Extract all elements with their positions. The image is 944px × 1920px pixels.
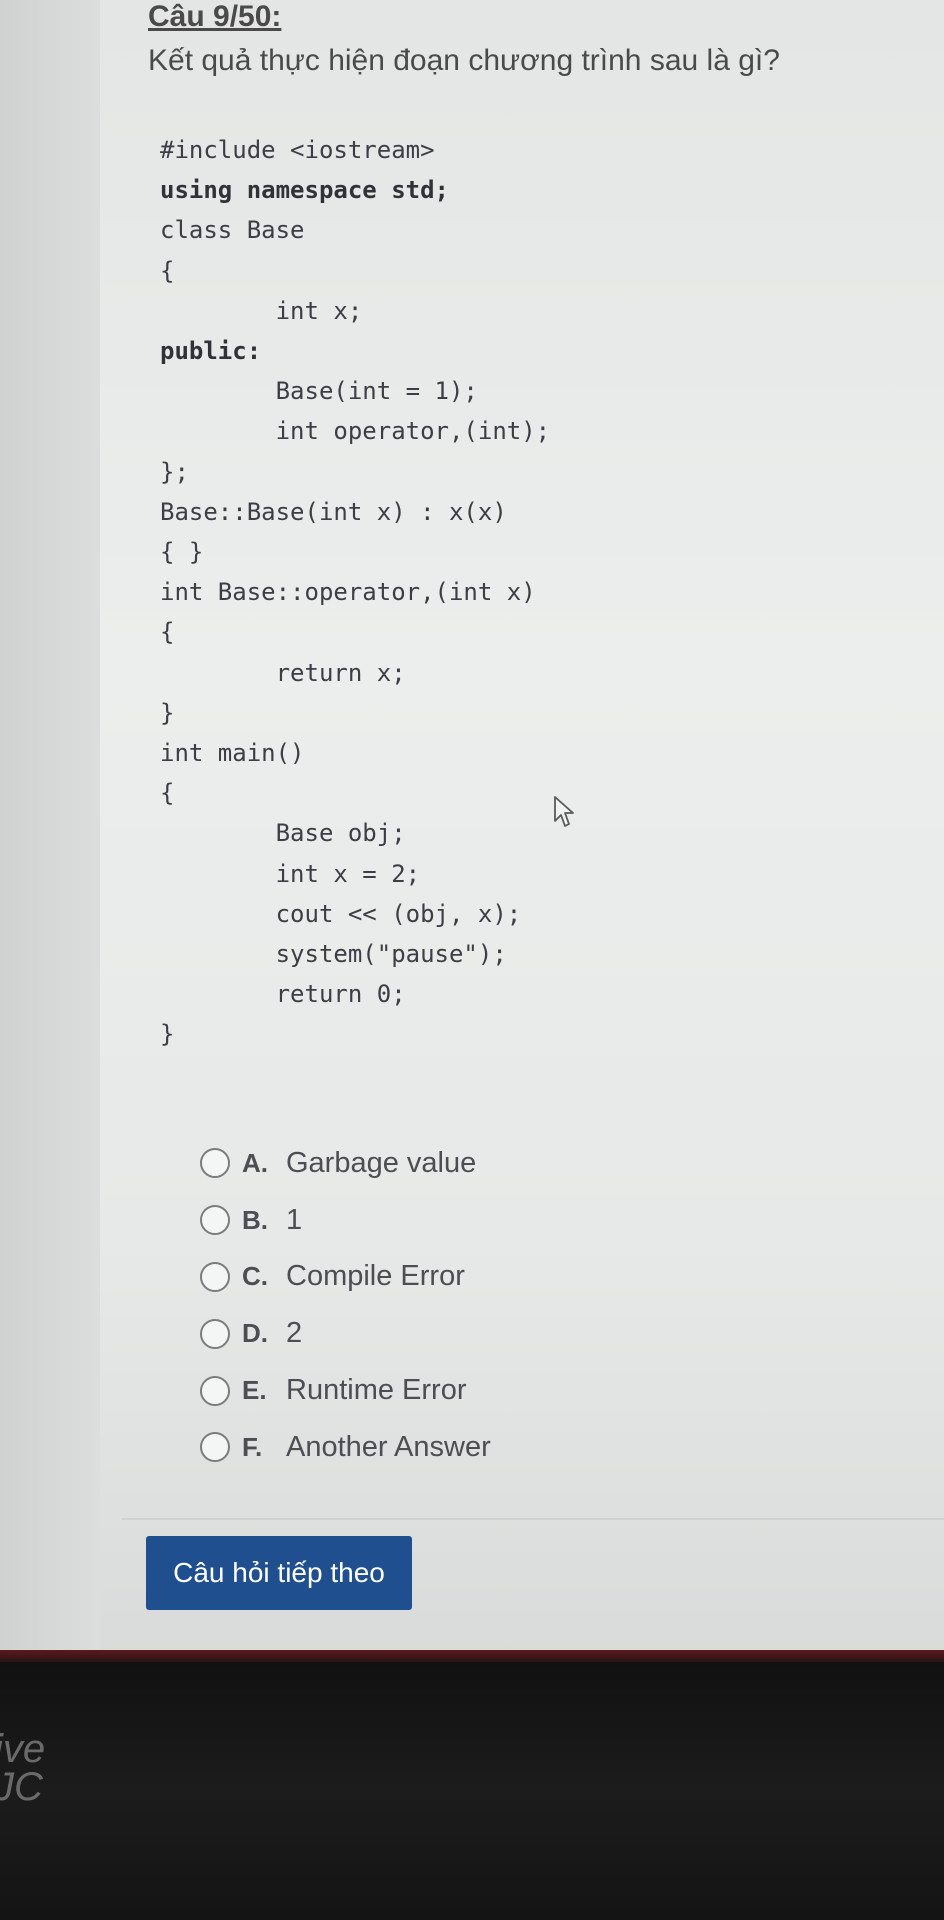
code-line: #include <iostream> [160, 136, 435, 164]
code-line: using namespace std; [160, 176, 449, 205]
bezel-sticker: ive JC [0, 1727, 46, 1809]
laptop-bezel [0, 1662, 944, 1920]
radio-button[interactable] [200, 1261, 230, 1292]
left-margin [0, 0, 100, 1660]
code-line: int operator,(int); [160, 417, 551, 446]
code-line: class Base [160, 216, 305, 245]
code-line: { [160, 618, 175, 647]
code-line: { } [160, 538, 204, 567]
radio-button[interactable] [200, 1205, 230, 1236]
code-line: }; [160, 457, 189, 486]
laptop-bezel-edge [0, 1650, 944, 1662]
radio-button[interactable] [200, 1375, 230, 1406]
answer-options: A. Garbage value B. 1 C. Compile Error D… [200, 1135, 491, 1476]
code-line: { [160, 256, 175, 285]
code-line: } [160, 1020, 175, 1049]
code-line: Base(int = 1); [160, 377, 478, 406]
code-line: system("pause"); [160, 940, 507, 969]
option-letter: A. [242, 1147, 268, 1178]
radio-button[interactable] [200, 1148, 230, 1179]
option-b[interactable]: B. 1 [200, 1192, 491, 1249]
option-text: Runtime Error [286, 1374, 467, 1407]
code-line: int main() [160, 739, 305, 768]
option-letter: D. [242, 1318, 268, 1349]
code-block: #include <iostream> using namespace std;… [160, 130, 550, 1055]
radio-button[interactable] [200, 1432, 230, 1463]
code-line: int Base::operator,(int x) [160, 578, 536, 607]
option-letter: F. [242, 1431, 263, 1462]
option-text: Garbage value [286, 1146, 477, 1179]
sticker-line: JC [0, 1765, 43, 1809]
code-line: return x; [160, 658, 406, 687]
option-d[interactable]: D. 2 [200, 1305, 491, 1362]
option-text: Another Answer [286, 1430, 491, 1463]
option-letter: B. [242, 1204, 268, 1235]
code-line: cout << (obj, x); [160, 899, 522, 928]
code-line: { [160, 779, 175, 808]
option-e[interactable]: E. Runtime Error [200, 1362, 491, 1419]
option-c[interactable]: C. Compile Error [200, 1249, 491, 1306]
option-text: Compile Error [286, 1260, 465, 1293]
code-line: int x; [160, 296, 363, 325]
code-line: public: [160, 337, 262, 366]
screen: Câu 9/50: Kết quả thực hiện đoạn chương … [0, 0, 944, 1660]
question-number: Câu 9/50: [148, 0, 282, 33]
divider [122, 1518, 944, 1520]
code-line: int x = 2; [160, 859, 421, 888]
code-line: return 0; [160, 980, 406, 1009]
question-text: Kết quả thực hiện đoạn chương trình sau … [148, 44, 780, 77]
option-f[interactable]: F. Another Answer [200, 1419, 491, 1476]
next-question-button[interactable]: Câu hỏi tiếp theo [146, 1536, 412, 1610]
option-letter: E. [242, 1375, 267, 1406]
mouse-pointer-icon [554, 796, 574, 827]
radio-button[interactable] [200, 1318, 230, 1349]
option-text: 2 [286, 1317, 303, 1350]
code-line: Base::Base(int x) : x(x) [160, 497, 507, 526]
option-a[interactable]: A. Garbage value [200, 1135, 491, 1192]
sticker-line: ive [0, 1727, 46, 1771]
option-letter: C. [242, 1261, 268, 1292]
code-line: Base obj; [160, 819, 406, 848]
code-line: } [160, 698, 175, 727]
option-text: 1 [286, 1203, 303, 1236]
